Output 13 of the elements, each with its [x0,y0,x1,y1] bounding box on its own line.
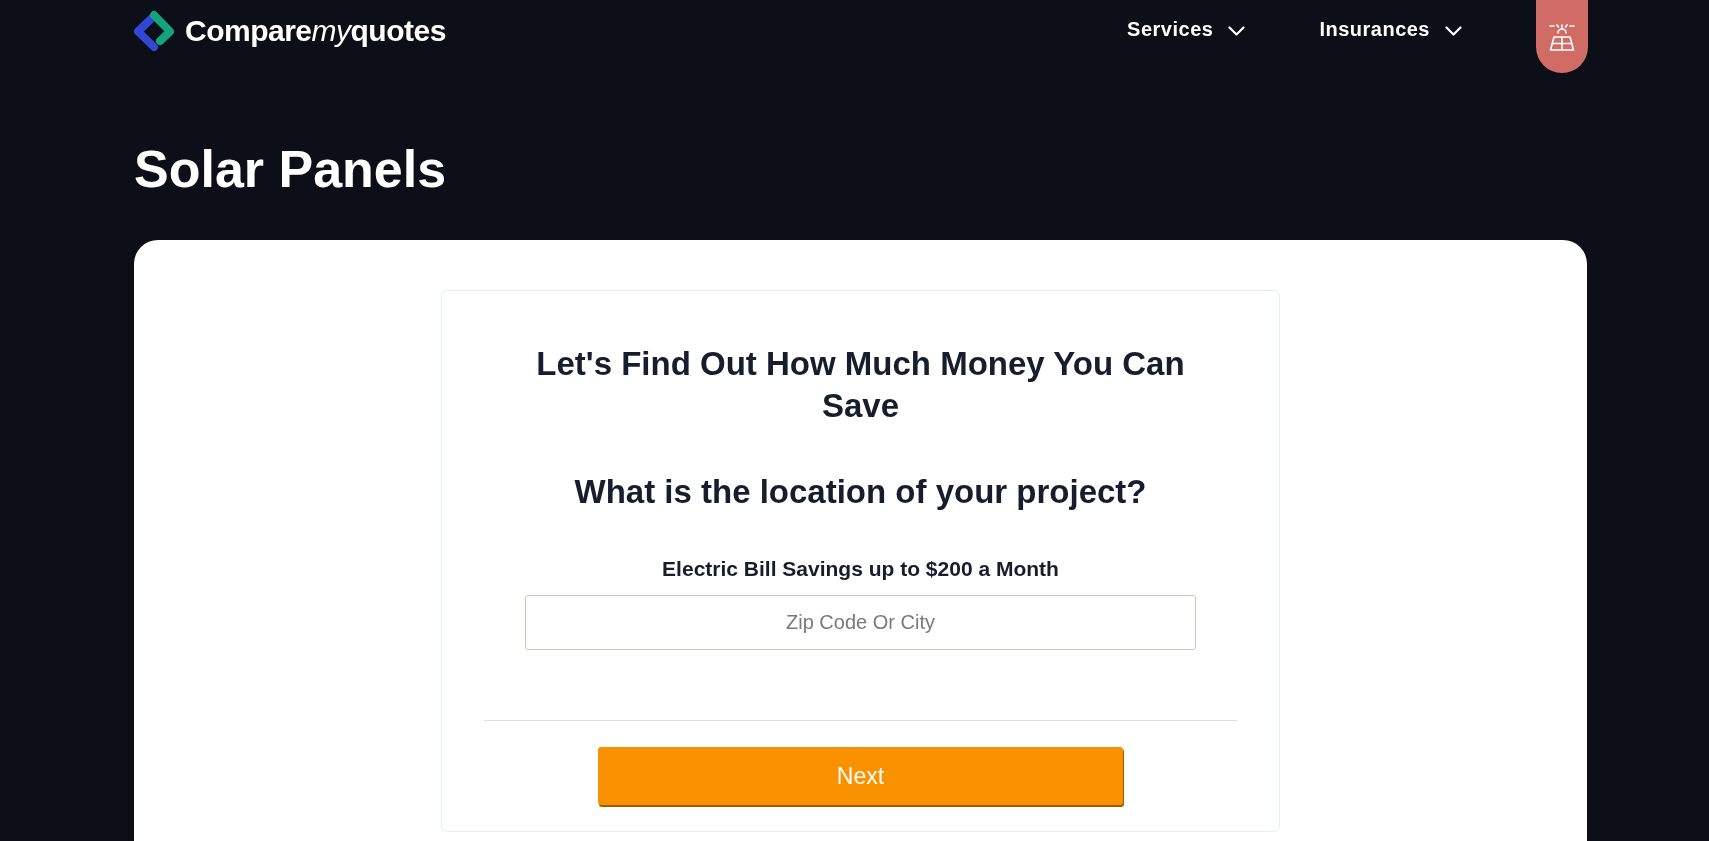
form-question: What is the location of your project? [574,472,1147,512]
nav-menu-button[interactable]: Insurances [1319,14,1462,44]
solar-panel-icon [1549,24,1575,51]
logo-icon[interactable] [133,9,175,53]
solar-panel-button[interactable] [1536,0,1588,73]
form-heading: Let's Find Out How Much Money You Can Save [535,344,1186,426]
nav-menu-button[interactable]: Services [1127,14,1246,44]
location-input[interactable]: Zip Code Or City [525,595,1196,650]
page-title: Solar Panels [134,143,447,195]
chevron-down-icon [1228,25,1246,36]
logo-wordmark[interactable]: Comparemyquotes [185,16,446,46]
chevron-down-icon [1445,25,1462,36]
field-label: Electric Bill Savings up to $200 a Month [662,556,1059,582]
